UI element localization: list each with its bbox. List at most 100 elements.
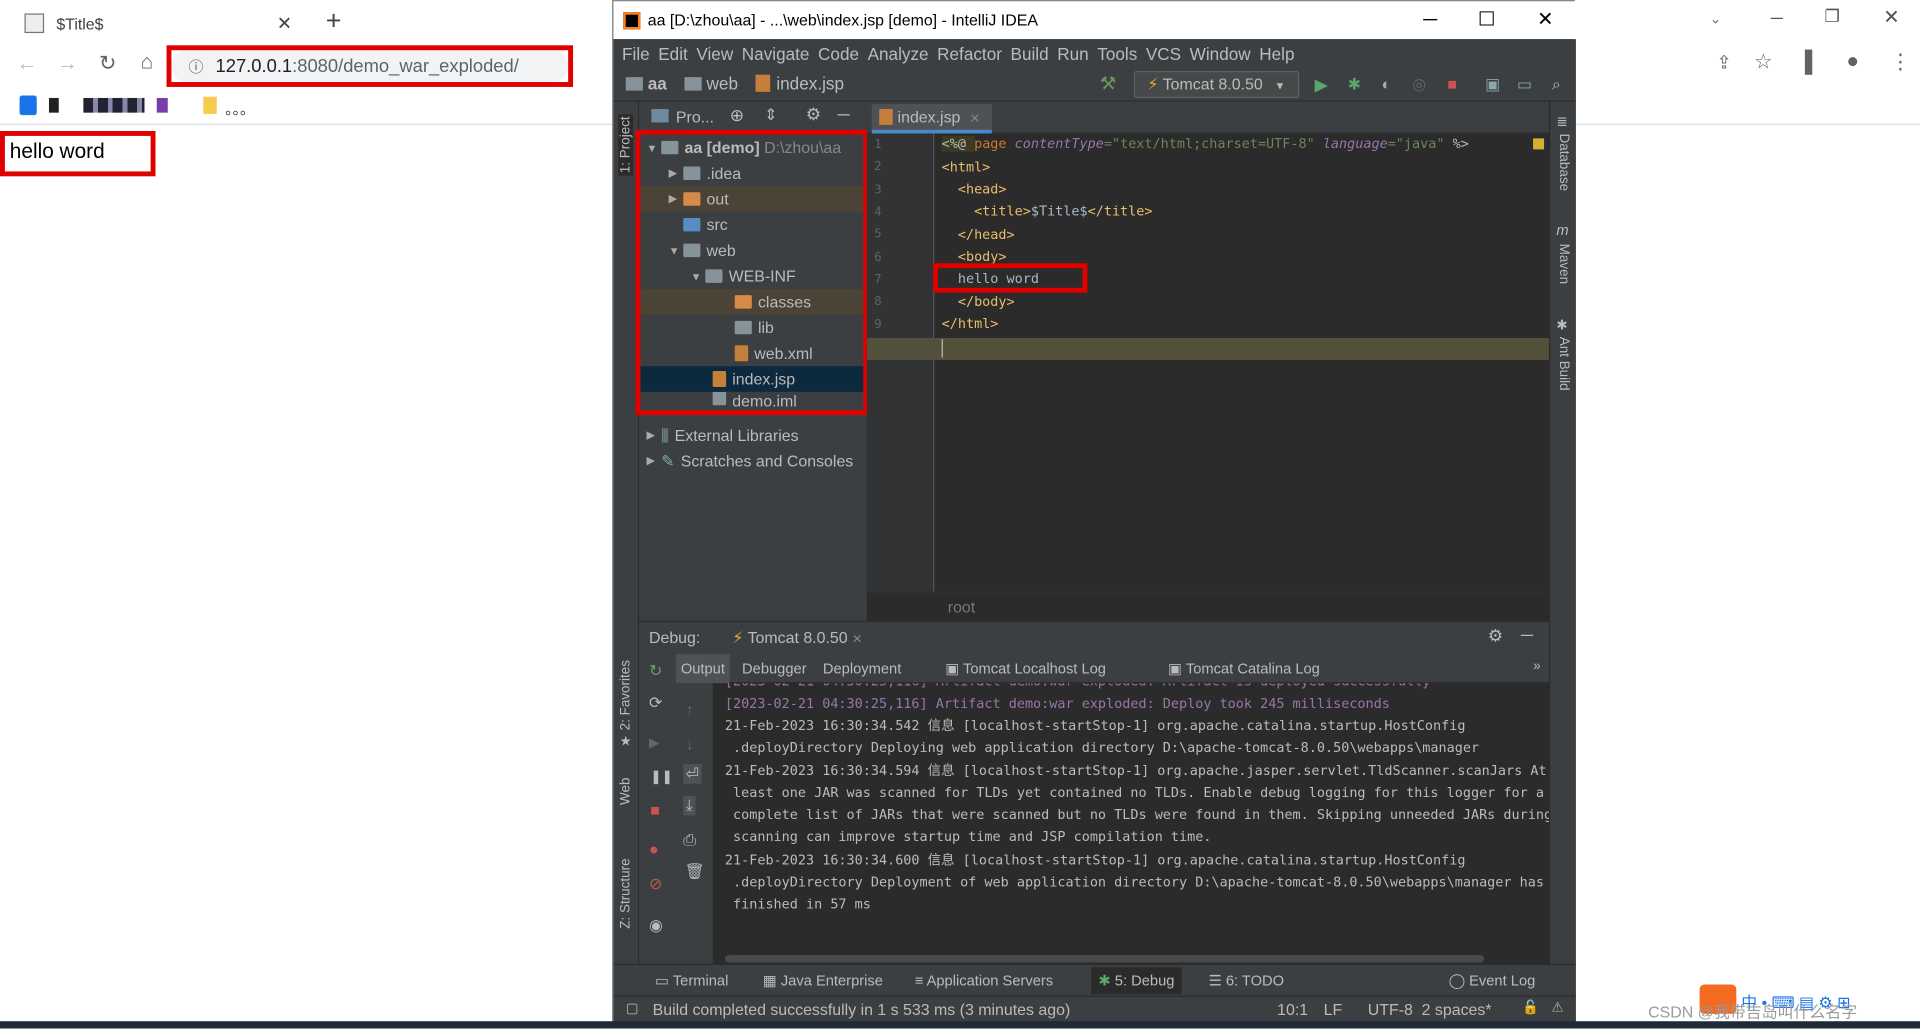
structure-tool-tab[interactable]: Z: Structure <box>618 858 633 928</box>
mute-breakpoints-icon[interactable]: ⊘ <box>649 874 662 894</box>
new-tab-button[interactable]: + <box>326 5 342 37</box>
ant-tool-tab[interactable]: Ant Build <box>1556 337 1571 391</box>
ide-close-icon[interactable]: ✕ <box>1517 1 1573 39</box>
soft-wrap-icon[interactable]: ⏎ <box>683 764 702 784</box>
menu-view[interactable]: View <box>696 43 733 63</box>
menu-build[interactable]: Build <box>1011 43 1049 63</box>
menu-file[interactable]: File <box>622 43 650 63</box>
up-icon[interactable]: ↑ <box>686 700 694 718</box>
close-tab-icon[interactable]: ✕ <box>277 12 292 34</box>
bookmark-icon-3[interactable] <box>83 97 145 113</box>
close-tab-icon[interactable]: ✕ <box>852 633 862 646</box>
rerun-icon[interactable]: ↻ <box>649 661 662 681</box>
caret-position[interactable]: 10:1 <box>1277 1000 1308 1018</box>
indent-setting[interactable]: 2 spaces* <box>1422 1000 1492 1018</box>
favorites-tool-tab[interactable]: 2: Favorites <box>618 660 633 730</box>
print-icon[interactable]: ⎙ <box>683 830 696 850</box>
side-panel-icon[interactable]: ▌ <box>1798 50 1827 74</box>
tab-catalina-log[interactable]: ▣ Tomcat Catalina Log <box>1168 660 1320 677</box>
menu-refactor[interactable]: Refactor <box>937 43 1002 63</box>
maven-tool-tab[interactable]: Maven <box>1556 244 1571 284</box>
share-icon[interactable]: ⇪ <box>1709 51 1738 74</box>
menu-navigate[interactable]: Navigate <box>742 43 810 63</box>
debug-settings-icon[interactable]: ⚙ <box>1488 626 1503 647</box>
frame-icon[interactable]: ▭ <box>1515 75 1535 95</box>
file-encoding[interactable]: UTF-8 <box>1368 1000 1413 1018</box>
breadcrumb-file[interactable]: index.jsp <box>776 73 844 93</box>
coverage-icon[interactable]: ◐ <box>1376 75 1396 95</box>
home-icon[interactable]: ⌂ <box>132 50 161 74</box>
tab-localhost-log[interactable]: ▣ Tomcat Localhost Log <box>945 660 1106 677</box>
resume-icon[interactable]: ▶ <box>649 735 659 751</box>
tab-output[interactable]: Output <box>675 653 730 684</box>
bookmark-icon-2[interactable] <box>48 97 59 113</box>
build-hammer-icon[interactable]: ⚒ <box>1098 74 1118 95</box>
collapse-icon[interactable]: ⇕ <box>764 105 777 125</box>
restore-icon[interactable]: ❐ <box>1825 6 1840 27</box>
java-enterprise-tab[interactable]: ▦ Java Enterprise <box>763 972 883 989</box>
menu-run[interactable]: Run <box>1057 43 1088 63</box>
event-log-tab[interactable]: ◯ Event Log <box>1449 972 1536 989</box>
status-toggle-icon[interactable]: ▢ <box>626 1000 639 1017</box>
todo-tab[interactable]: ☰ 6: TODO <box>1209 972 1285 989</box>
menu-window[interactable]: Window <box>1190 43 1251 63</box>
database-tool-tab[interactable]: Database <box>1556 133 1571 191</box>
tab-debugger[interactable]: Debugger <box>742 660 807 677</box>
bookmark-star-icon[interactable]: ☆ <box>1749 50 1778 74</box>
debug-tab[interactable]: ✱ 5: Debug <box>1091 967 1182 995</box>
pause-icon[interactable]: ❚❚ <box>650 769 673 785</box>
breadcrumb-web[interactable]: web <box>707 73 738 93</box>
restart-icon[interactable]: ⟳ <box>649 693 662 713</box>
run-config-select[interactable]: ⚡ Tomcat 8.0.50 ▼ <box>1133 71 1300 98</box>
locate-icon[interactable]: ⊕ <box>730 105 744 126</box>
camera-icon[interactable]: ◉ <box>649 916 663 936</box>
run-icon[interactable]: ▶ <box>1311 75 1331 95</box>
console-hscrollbar[interactable] <box>724 955 1485 963</box>
menu-vcs[interactable]: VCS <box>1146 43 1181 63</box>
editor-tab-indexjsp[interactable]: index.jsp ✕ <box>871 104 992 134</box>
ide-minimize-icon[interactable]: ─ <box>1402 1 1458 39</box>
profile-icon[interactable]: ◎ <box>1409 75 1429 95</box>
more-menu-icon[interactable]: ⋮ <box>1886 50 1915 74</box>
menu-edit[interactable]: Edit <box>658 43 688 63</box>
folder-icon[interactable] <box>203 96 217 114</box>
tree-item-scratches[interactable]: ▶ ✎ Scratches and Consoles <box>639 448 867 474</box>
breakpoints-icon[interactable]: ● <box>649 840 659 858</box>
memory-icon[interactable]: ⚠ <box>1551 999 1563 1015</box>
close-tab-icon[interactable]: ✕ <box>970 113 980 126</box>
clear-icon[interactable]: 🗑 <box>684 862 704 882</box>
line-separator[interactable]: LF <box>1324 1000 1343 1018</box>
settings-gear-icon[interactable]: ⚙ <box>806 104 821 125</box>
lock-icon[interactable]: 🔓 <box>1522 999 1539 1015</box>
bookmark-folder-label[interactable]: 。。。 <box>225 98 254 119</box>
forward-icon[interactable]: → <box>53 51 82 75</box>
bookmark-icon-1[interactable] <box>19 95 37 116</box>
collapse-arrow-icon[interactable]: ▶ <box>647 429 662 442</box>
back-icon[interactable]: ← <box>12 51 41 75</box>
debug-hide-icon[interactable]: ─ <box>1521 624 1533 644</box>
menu-tools[interactable]: Tools <box>1097 43 1137 63</box>
menu-code[interactable]: Code <box>818 43 859 63</box>
project-tool-tab[interactable]: 1: Project <box>618 113 634 176</box>
breadcrumb-aa[interactable]: aa <box>648 73 667 93</box>
editor-breadcrumb[interactable]: root <box>948 598 975 616</box>
terminal-tab[interactable]: ▭ Terminal <box>655 972 728 989</box>
collapse-arrow-icon[interactable]: ▶ <box>647 454 662 467</box>
debug-session-tab[interactable]: ⚡ Tomcat 8.0.50 ✕ <box>727 624 867 651</box>
project-view-select[interactable]: Pro... <box>676 108 714 126</box>
tab-search-icon[interactable]: ⌄ <box>1709 10 1721 27</box>
search-icon[interactable]: ⌕ <box>1547 75 1567 95</box>
down-icon[interactable]: ↓ <box>686 735 694 753</box>
browser-tab[interactable]: $Title$ ✕ <box>10 5 314 42</box>
code-area[interactable]: <%@ page contentType="text/html;charset=… <box>867 133 1534 591</box>
console-output[interactable]: [2023-02-21 04:30:25,116] Artifact demo:… <box>712 683 1549 965</box>
bookmark-icon-4[interactable] <box>156 97 168 113</box>
tree-item-external-libraries[interactable]: ▶ ⫼ External Libraries <box>639 422 867 448</box>
ide-maximize-icon[interactable]: ☐ <box>1458 1 1514 39</box>
tab-deployment[interactable]: Deployment <box>823 660 901 677</box>
close-window-icon[interactable]: ✕ <box>1883 5 1899 29</box>
profile-avatar-icon[interactable]: ● <box>1838 49 1867 73</box>
menu-help[interactable]: Help <box>1259 43 1294 63</box>
hide-panel-icon[interactable]: ─ <box>838 104 850 124</box>
more-tabs-icon[interactable]: » <box>1533 659 1541 674</box>
